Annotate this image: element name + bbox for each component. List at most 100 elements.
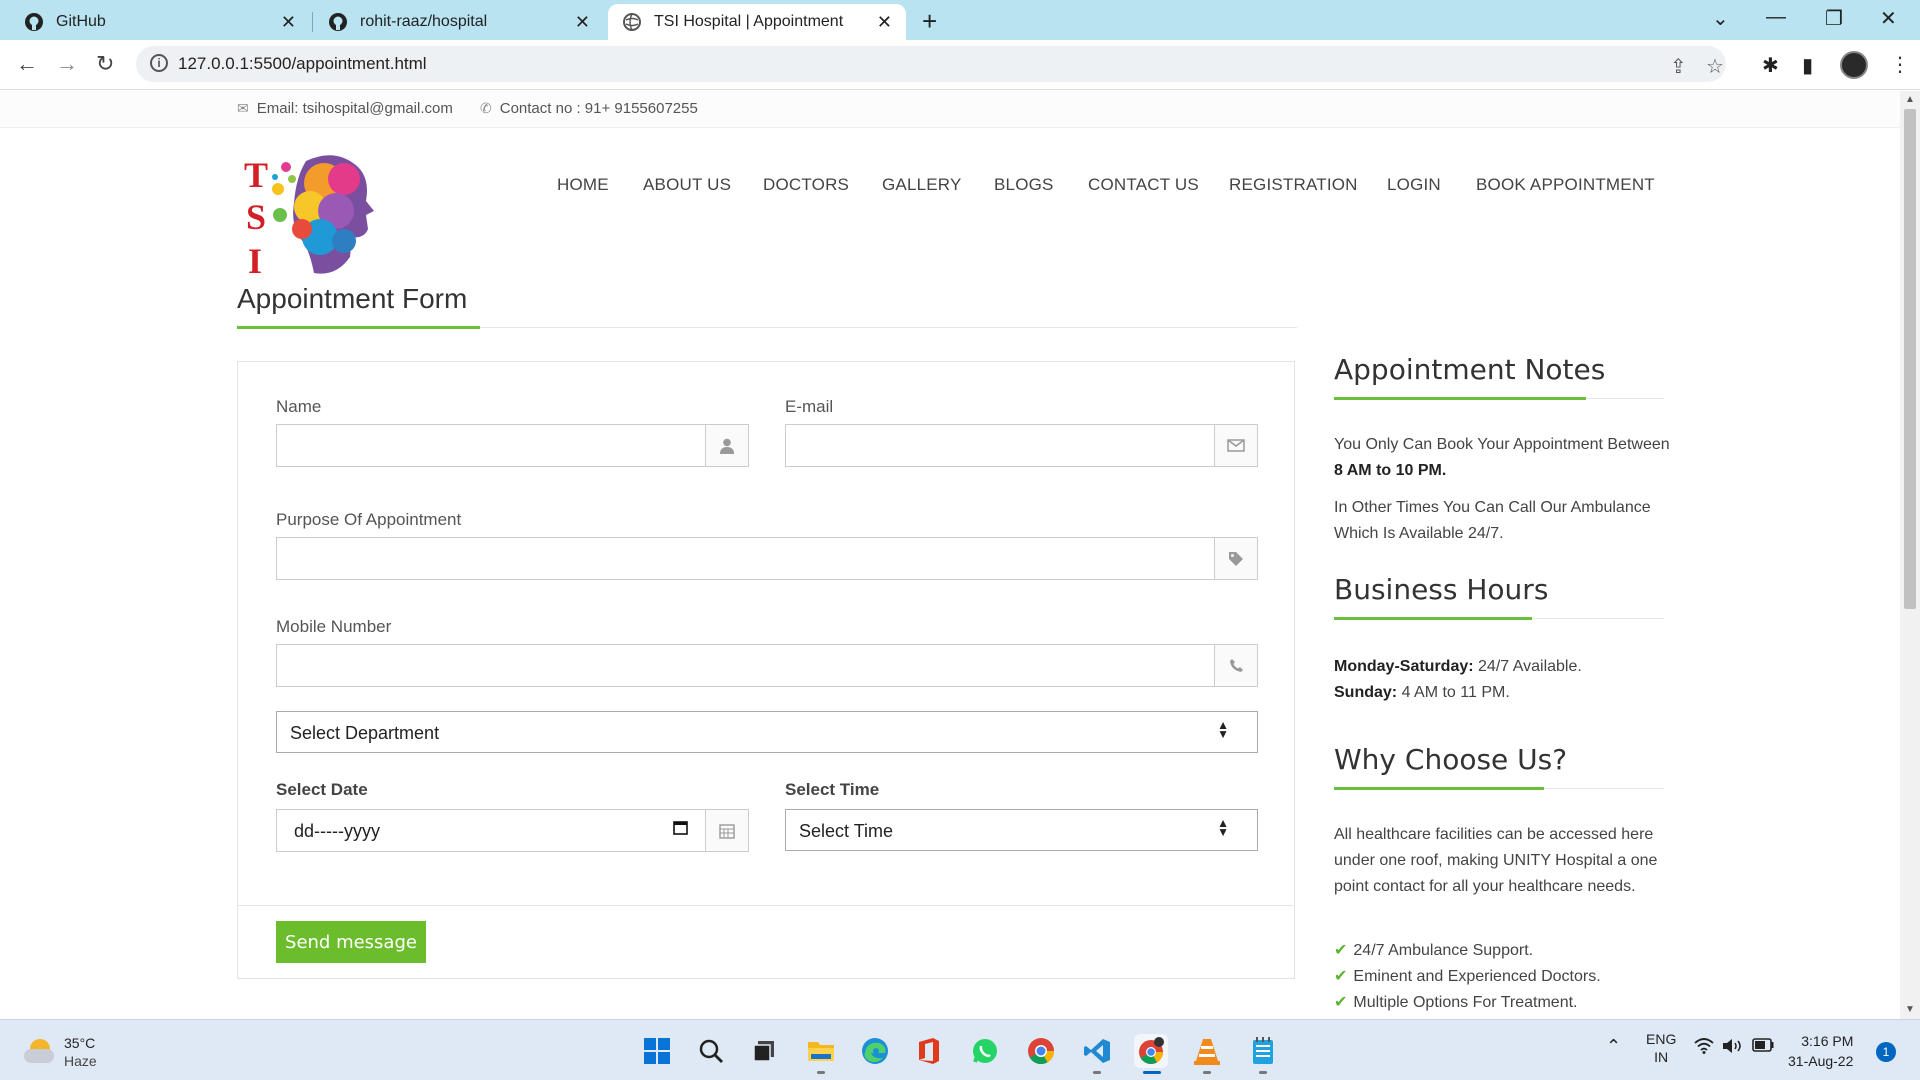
title-accent-bar (237, 326, 480, 329)
nav-registration[interactable]: REGISTRATION (1229, 175, 1358, 195)
new-tab-plus-icon[interactable]: + (922, 6, 937, 37)
menu-kebab-icon[interactable]: ⋮ (1890, 52, 1910, 77)
back-arrow-icon[interactable]: ← (16, 51, 38, 77)
globe-icon (622, 12, 642, 32)
nav-doctors[interactable]: DOCTORS (763, 175, 849, 195)
nav-home[interactable]: HOME (557, 175, 609, 195)
nav-blogs[interactable]: BLOGS (994, 175, 1054, 195)
scroll-down-arrow-icon[interactable]: ▼ (1905, 1004, 1915, 1015)
weather-widget[interactable]: 35°C Haze (24, 1034, 97, 1070)
notes-accent-bar (1334, 397, 1586, 400)
page-scrollbar[interactable]: ▲ ▼ (1900, 91, 1920, 1019)
volume-icon[interactable] (1722, 1038, 1744, 1057)
tab-github[interactable]: GitHub ✕ (10, 4, 310, 40)
github-icon (24, 12, 44, 32)
time-select[interactable]: Select Time ▲ ▼ (785, 809, 1258, 851)
search-icon[interactable] (694, 1034, 728, 1068)
mobile-field[interactable] (276, 644, 1258, 687)
side-panel-icon[interactable]: ▮ (1802, 53, 1813, 78)
nav-book-appointment[interactable]: BOOK APPOINTMENT (1476, 175, 1655, 195)
close-tab-icon[interactable]: ✕ (877, 12, 892, 33)
date-value: dd-----yyyy (294, 821, 380, 841)
hours-list: Monday-Saturday: 24/7 Available. Sunday:… (1334, 654, 1674, 706)
minimize-icon[interactable]: — (1766, 6, 1786, 29)
windows-start-icon[interactable] (640, 1034, 674, 1068)
app-running-indicator (1093, 1071, 1101, 1074)
weather-temp: 35°C (64, 1035, 96, 1051)
tab-rohit-raaz-hospital[interactable]: rohit-raaz/hospital ✕ (314, 4, 604, 40)
browser-tab-bar: GitHub ✕ rohit-raaz/hospital ✕ TSI Hospi… (0, 0, 1920, 40)
notification-badge[interactable]: 1 (1876, 1042, 1896, 1062)
department-select[interactable]: Select Department ▲ ▼ (276, 711, 1258, 753)
task-view-icon[interactable] (748, 1034, 782, 1068)
tab-tsi-appointment[interactable]: TSI Hospital | Appointment ✕ (608, 4, 906, 40)
tag-icon (1214, 538, 1257, 579)
app-running-indicator (1259, 1071, 1267, 1074)
calendar-icon (705, 810, 748, 851)
name-field[interactable] (276, 424, 749, 467)
file-explorer-icon[interactable] (804, 1034, 838, 1068)
chrome-icon[interactable] (1024, 1034, 1058, 1068)
envelope-icon (1214, 425, 1257, 466)
topbar-email: ✉ Email: tsihospital@gmail.com (237, 100, 453, 117)
forward-arrow-icon[interactable]: → (56, 51, 78, 77)
profile-avatar[interactable] (1840, 51, 1868, 79)
tab-label: GitHub (56, 13, 106, 30)
date-field[interactable]: dd-----yyyy (276, 809, 749, 852)
logo-letter-i: I (248, 241, 262, 281)
why-points-list: ✔ 24/7 Ambulance Support. ✔ Eminent and Ex… (1334, 938, 1674, 1016)
select-arrows-icon: ▲ ▼ (1217, 816, 1229, 839)
tray-overflow-chevron-icon[interactable]: ⌃ (1606, 1036, 1621, 1057)
tab-search-chevron-icon[interactable]: ⌄ (1712, 6, 1729, 31)
whatsapp-icon[interactable] (968, 1034, 1002, 1068)
clock-time: 3:16 PM (1801, 1033, 1854, 1049)
bookmark-star-icon[interactable]: ☆ (1706, 54, 1724, 79)
reload-icon[interactable]: ↻ (96, 51, 114, 77)
topbar-contact: ✆ Contact no : 91+ 9155607255 (480, 100, 698, 117)
share-icon[interactable]: ⇪ (1670, 54, 1687, 79)
hours-day-weekdays: Monday-Saturday: (1334, 658, 1474, 675)
date-picker-icon[interactable] (673, 820, 688, 840)
site-info-icon[interactable]: i (150, 54, 168, 72)
nav-contact-us[interactable]: CONTACT US (1088, 175, 1199, 195)
scroll-up-arrow-icon[interactable]: ▲ (1905, 94, 1915, 105)
wifi-icon[interactable] (1694, 1038, 1714, 1059)
address-bar[interactable]: i 127.0.0.1:5500/appointment.html ⇪ ☆ (136, 46, 1726, 82)
system-clock[interactable]: 3:16 PM 31-Aug-22 (1788, 1031, 1853, 1071)
nav-about-us[interactable]: ABOUT US (643, 175, 731, 195)
vlc-icon[interactable] (1190, 1034, 1224, 1068)
app-active-indicator (1143, 1071, 1161, 1074)
scroll-thumb[interactable] (1904, 109, 1916, 609)
logo-letter-s: S (246, 197, 266, 237)
checkmark-icon: ✔ (1334, 968, 1348, 985)
nav-login[interactable]: LOGIN (1387, 175, 1441, 195)
page-title: Appointment Form (237, 283, 468, 314)
app-running-indicator (817, 1071, 825, 1074)
chrome-profile-icon[interactable] (1134, 1034, 1168, 1068)
checkmark-icon: ✔ (1334, 994, 1348, 1011)
close-tab-icon[interactable]: ✕ (575, 12, 590, 33)
checkmark-icon: ✔ (1334, 942, 1348, 959)
restore-icon[interactable]: ❐ (1825, 6, 1843, 31)
email-field[interactable] (785, 424, 1258, 467)
hours-value-sunday: 4 AM to 11 PM. (1397, 684, 1510, 701)
send-message-button[interactable]: Send message (276, 921, 426, 963)
tsi-logo[interactable]: T S I (240, 149, 390, 281)
close-tab-icon[interactable]: ✕ (281, 12, 296, 33)
date-label: Select Date (276, 780, 368, 799)
email-label: E-mail (785, 397, 834, 416)
language-indicator[interactable]: ENG IN (1646, 1030, 1676, 1066)
notes-paragraph-1: You Only Can Book Your Appointment Betwe… (1334, 432, 1674, 484)
purpose-field[interactable] (276, 537, 1258, 580)
notepad-icon[interactable] (1246, 1034, 1280, 1068)
tab-label: TSI Hospital | Appointment (654, 13, 844, 30)
edge-browser-icon[interactable] (858, 1034, 892, 1068)
nav-gallery[interactable]: GALLERY (882, 175, 962, 195)
battery-icon[interactable] (1752, 1038, 1774, 1055)
extensions-puzzle-icon[interactable]: ✱ (1762, 53, 1779, 78)
office-icon[interactable] (912, 1034, 946, 1068)
vscode-icon[interactable] (1080, 1034, 1114, 1068)
why-choose-us-title: Why Choose Us? (1334, 743, 1568, 776)
close-window-icon[interactable]: ✕ (1880, 6, 1897, 31)
purpose-label: Purpose Of Appointment (276, 510, 462, 529)
